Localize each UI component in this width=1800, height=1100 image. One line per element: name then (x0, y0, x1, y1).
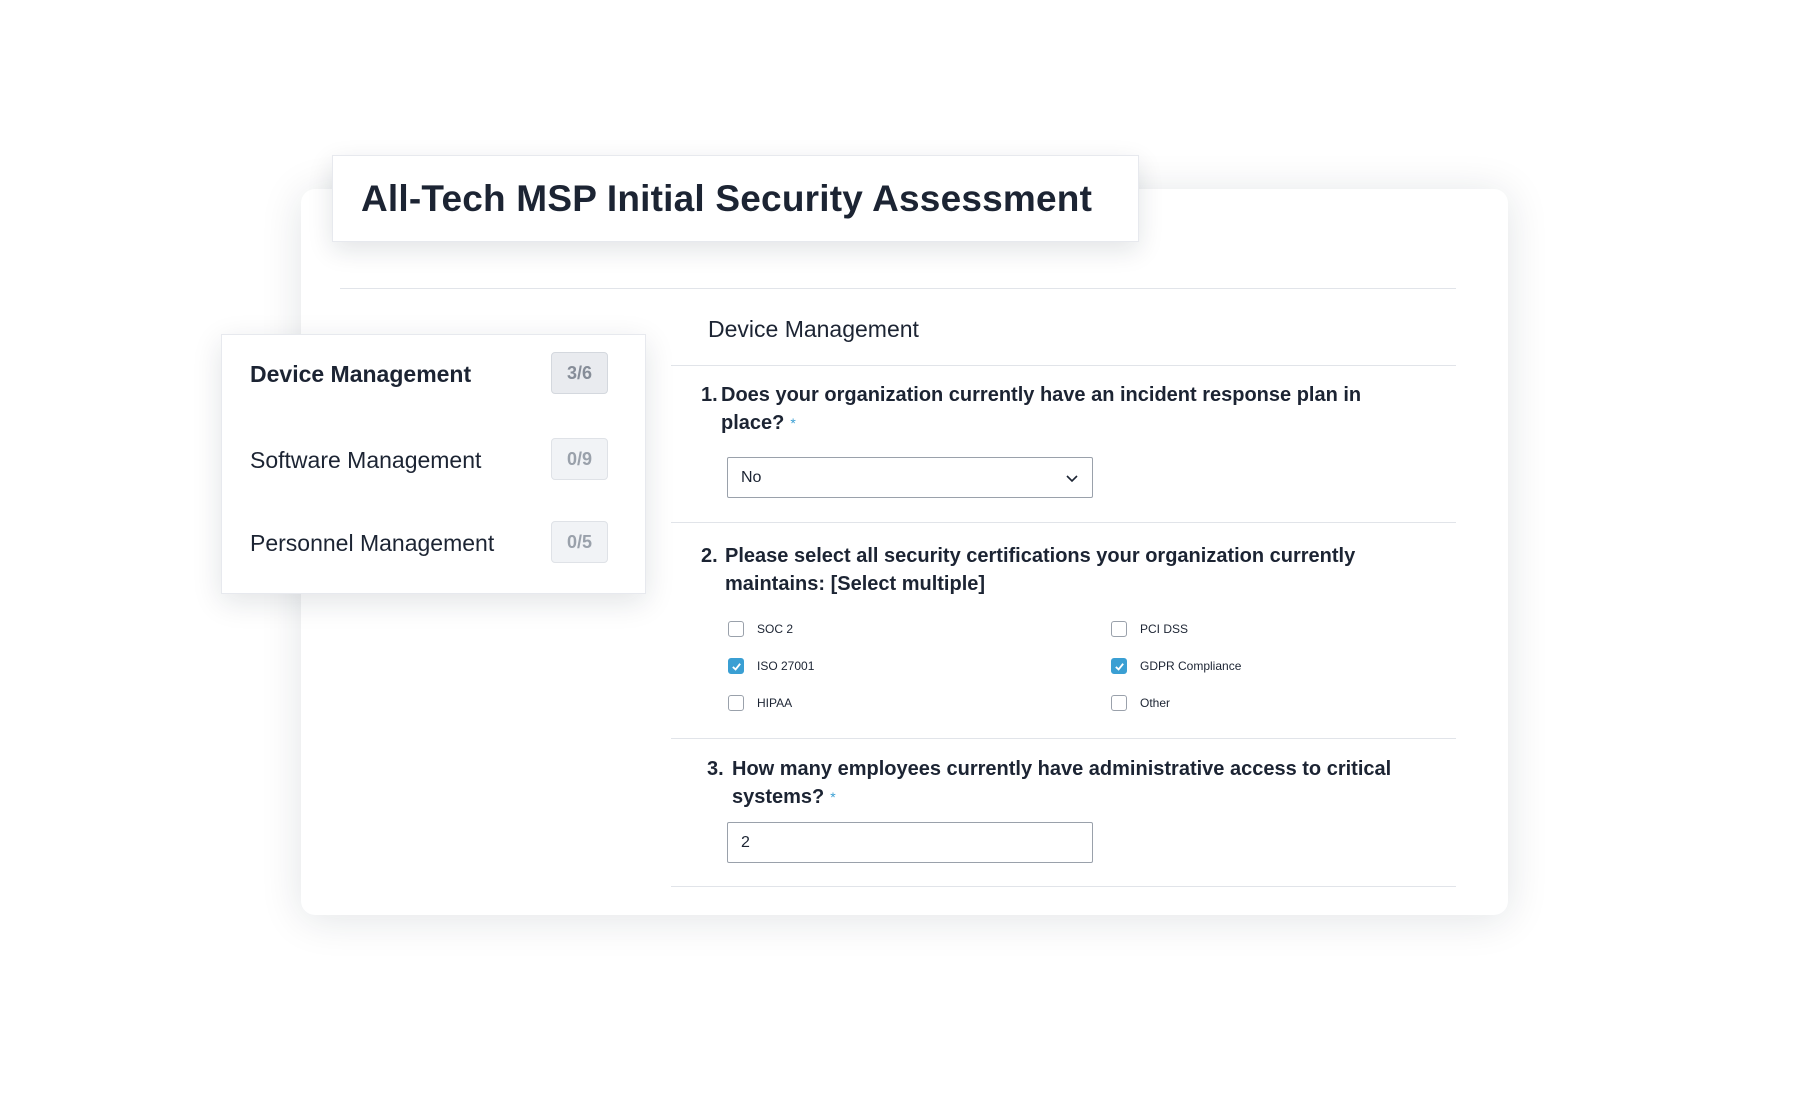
question-text: Please select all security certification… (725, 545, 1356, 595)
checkbox-label: Other (1140, 696, 1171, 710)
select-value: No (741, 468, 762, 486)
question-number: 3. (707, 758, 724, 780)
chevron-down-icon (1066, 475, 1078, 483)
checkbox-label: SOC 2 (757, 622, 794, 636)
progress-badge: 0/5 (551, 521, 608, 563)
section-divider (671, 365, 1456, 366)
checkbox-pci-dss[interactable]: PCI DSS (1111, 621, 1188, 637)
checkbox-hipaa[interactable]: HIPAA (728, 695, 792, 711)
question-2: 2. Please select all security certificat… (701, 542, 1401, 598)
required-marker: * (790, 415, 796, 431)
checkbox[interactable] (1111, 695, 1127, 711)
question-divider (671, 738, 1456, 739)
nav-item-personnel-management[interactable]: Personnel Management 0/5 (250, 521, 620, 565)
admin-access-count-input[interactable] (727, 822, 1093, 863)
question-1: 1. Does your organization currently have… (701, 381, 1381, 437)
nav-item-label: Software Management (250, 446, 482, 473)
checkbox[interactable] (728, 621, 744, 637)
checkbox[interactable] (1111, 658, 1127, 674)
header-divider (340, 288, 1456, 289)
required-marker: * (830, 789, 836, 805)
title-card: All-Tech MSP Initial Security Assessment (332, 155, 1139, 242)
checkbox-iso-27001[interactable]: ISO 27001 (728, 658, 814, 674)
question-text: Does your organization currently have an… (721, 384, 1362, 434)
section-nav: Device Management 3/6 Software Managemen… (221, 334, 646, 594)
checkbox[interactable] (728, 658, 744, 674)
nav-item-device-management[interactable]: Device Management 3/6 (250, 352, 620, 396)
checkmark-icon (731, 662, 741, 671)
checkbox-label: GDPR Compliance (1140, 659, 1242, 673)
checkmark-icon (1114, 662, 1124, 671)
checkbox[interactable] (728, 695, 744, 711)
question-number: 2. (701, 545, 718, 567)
checkbox-other[interactable]: Other (1111, 695, 1170, 711)
checkbox-soc2[interactable]: SOC 2 (728, 621, 793, 637)
checkbox[interactable] (1111, 621, 1127, 637)
progress-badge: 3/6 (551, 352, 608, 394)
nav-item-label: Device Management (250, 360, 472, 387)
checkbox-label: ISO 27001 (757, 659, 815, 673)
question-divider (671, 886, 1456, 887)
checkbox-label: HIPAA (757, 696, 793, 710)
question-divider (671, 522, 1456, 523)
progress-badge: 0/9 (551, 438, 608, 480)
nav-item-label: Personnel Management (250, 529, 495, 556)
incident-plan-select[interactable]: No (727, 457, 1093, 498)
section-heading: Device Management (708, 316, 919, 342)
checkbox-label: PCI DSS (1140, 622, 1189, 636)
nav-item-software-management[interactable]: Software Management 0/9 (250, 438, 620, 482)
page-title: All-Tech MSP Initial Security Assessment (361, 177, 1093, 219)
question-number: 1. (701, 384, 718, 406)
question-3: 3. How many employees currently have adm… (707, 755, 1427, 811)
checkbox-gdpr-compliance[interactable]: GDPR Compliance (1111, 658, 1241, 674)
